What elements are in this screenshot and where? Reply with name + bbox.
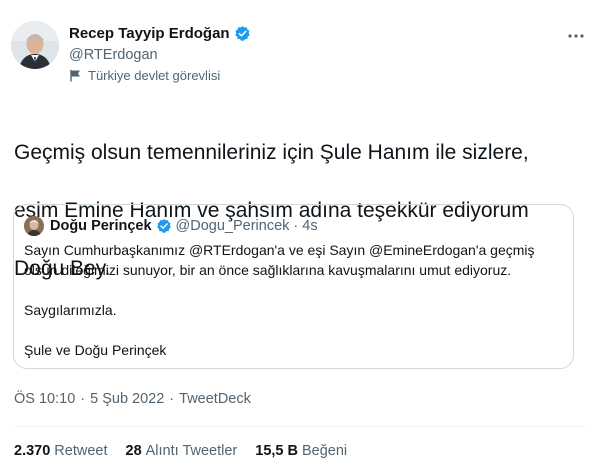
- quoted-author-avatar: [24, 216, 44, 236]
- quoted-text-line: Şule ve Doğu Perinçek: [24, 342, 167, 358]
- verified-badge-icon: [156, 218, 172, 234]
- quoted-text-line: Sayın Cumhurbaşkanımız @RTErdogan'a ve e…: [24, 242, 535, 258]
- likes-stat[interactable]: 15,5 B Beğeni: [255, 443, 347, 459]
- quotes-count: 28: [125, 443, 142, 459]
- author-name[interactable]: Recep Tayyip Erdoğan: [69, 25, 230, 42]
- tweet-time[interactable]: ÖS 10:10: [14, 391, 75, 407]
- tweet-stats: 2.370 Retweet 28 Alıntı Tweetler 15,5 B …: [14, 443, 365, 459]
- quoted-author-name: Doğu Perinçek: [50, 218, 152, 234]
- quoted-text-line: olsun dileğimizi sunuyor, bir an önce sa…: [24, 262, 512, 278]
- quotes-label: Alıntı Tweetler: [145, 443, 238, 459]
- more-options-icon[interactable]: [565, 25, 587, 47]
- dot-separator: ·: [293, 218, 299, 234]
- retweets-label: Retweet: [54, 443, 108, 459]
- retweets-count: 2.370: [14, 443, 51, 459]
- quoted-author-handle: @Dogu_Perincek: [175, 218, 290, 234]
- flag-icon: [69, 69, 82, 82]
- quoted-tweet[interactable]: Doğu Perinçek @Dogu_Perincek · 4s Sayın …: [13, 204, 574, 369]
- government-label[interactable]: Türkiye devlet görevlisi: [69, 68, 220, 83]
- quoted-text-line: Saygılarımızla.: [24, 302, 117, 318]
- author-avatar[interactable]: [11, 21, 59, 69]
- quotes-stat[interactable]: 28 Alıntı Tweetler: [126, 443, 238, 459]
- likes-count: 15,5 B: [255, 443, 298, 459]
- tweet-text-line: Geçmiş olsun temennileriniz için Şule Ha…: [14, 141, 529, 164]
- likes-label: Beğeni: [301, 443, 348, 459]
- retweets-stat[interactable]: 2.370 Retweet: [14, 443, 108, 459]
- tweet-meta: ÖS 10:10 · 5 Şub 2022 · TweetDeck: [14, 391, 251, 407]
- quoted-tweet-text: Sayın Cumhurbaşkanımız @RTErdogan'a ve e…: [24, 240, 564, 360]
- tweet-source[interactable]: TweetDeck: [179, 391, 251, 407]
- author-name-row[interactable]: Recep Tayyip Erdoğan: [69, 23, 251, 43]
- dot-separator: ·: [80, 391, 86, 407]
- verified-badge-icon: [234, 25, 251, 42]
- dot-separator: ·: [169, 391, 175, 407]
- quoted-tweet-time: 4s: [302, 218, 318, 234]
- author-handle[interactable]: @RTErdogan: [69, 47, 158, 63]
- government-label-text: Türkiye devlet görevlisi: [88, 68, 221, 83]
- quoted-tweet-header: Doğu Perinçek @Dogu_Perincek · 4s: [24, 216, 318, 236]
- tweet-date[interactable]: 5 Şub 2022: [90, 391, 164, 407]
- divider: [14, 426, 587, 427]
